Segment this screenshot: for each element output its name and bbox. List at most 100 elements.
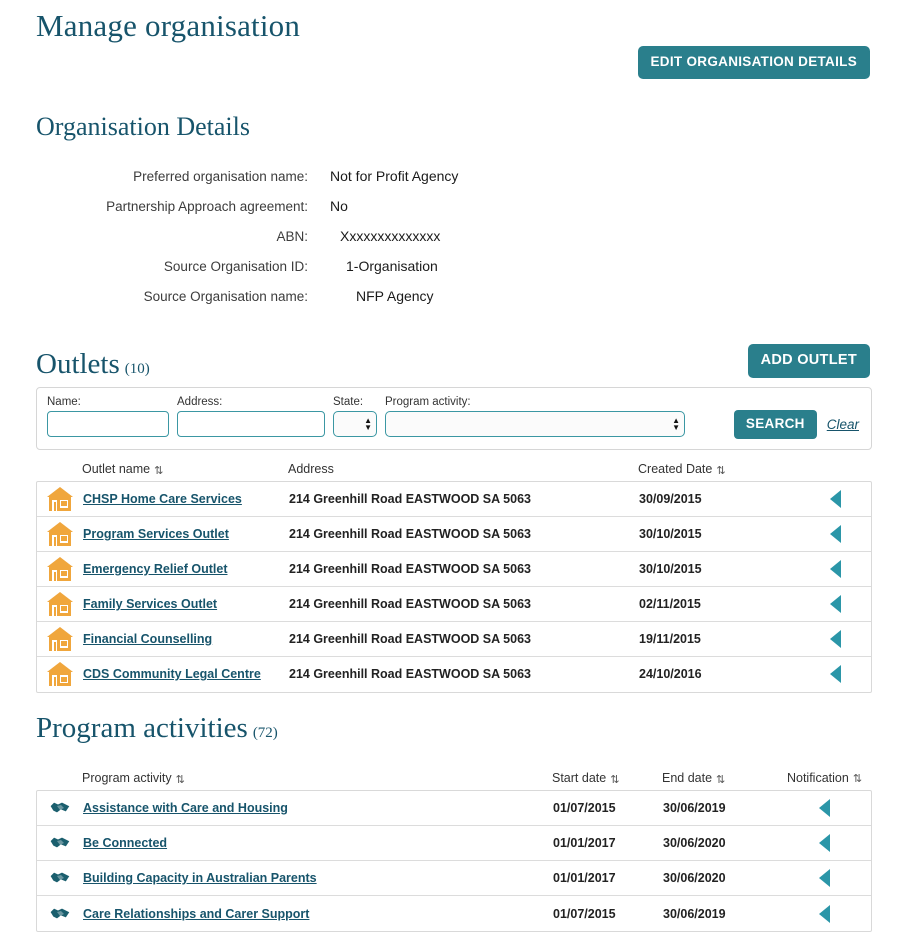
detail-label: Preferred organisation name: [133,169,308,184]
table-row[interactable]: Building Capacity in Australian Parents … [37,861,871,896]
caret-left-icon[interactable] [829,665,841,684]
house-icon [37,626,83,651]
row-expand-cell[interactable] [778,799,871,817]
activity-start-date-cell: 01/01/2017 [553,836,616,850]
outlet-name-link[interactable]: CHSP Home Care Services [83,492,242,506]
activity-name-link[interactable]: Building Capacity in Australian Parents [83,871,317,885]
column-header-start-date[interactable]: Start date ⇅ [552,771,662,786]
house-icon [37,521,83,546]
clear-link[interactable]: Clear [827,417,859,432]
detail-value: 1-Organisation [346,258,438,274]
row-expand-cell[interactable] [799,489,871,508]
search-actions: SEARCH Clear [733,396,861,439]
handshake-glyph [49,836,71,849]
outlet-name-cell: Emergency Relief Outlet [83,560,289,578]
sort-icon[interactable]: ⇅ [154,465,163,477]
outlet-created-date-cell: 19/11/2015 [639,631,701,646]
table-row[interactable]: Be Connected 01/01/2017 30/06/2020 [37,826,871,861]
table-row[interactable]: Assistance with Care and Housing 01/07/2… [37,791,871,826]
activity-name-link[interactable]: Assistance with Care and Housing [83,801,288,815]
outlets-heading: Outlets [36,348,120,380]
caret-left-icon[interactable] [829,629,841,648]
row-expand-cell[interactable] [799,594,871,613]
detail-row-source-organisation-name: Source Organisation name: NFP Agency [0,288,906,304]
activity-end-date-cell: 30/06/2020 [663,836,726,850]
detail-label: ABN: [276,229,308,244]
edit-organisation-details-button[interactable]: EDIT ORGANISATION DETAILS [637,46,870,79]
search-activity-label: Program activity: [385,396,471,408]
row-expand-cell[interactable] [778,869,871,887]
row-expand-cell[interactable] [778,834,871,852]
activity-name-cell: Care Relationships and Carer Support [83,905,553,923]
caret-left-icon[interactable] [819,904,830,923]
caret-left-icon[interactable] [829,524,841,543]
column-header-outlet-name[interactable]: Outlet name ⇅ [82,462,288,477]
sort-icon[interactable]: ⇅ [716,775,725,786]
detail-value: Xxxxxxxxxxxxxx [340,228,441,244]
outlet-address-cell: 214 Greenhill Road EASTWOOD SA 5063 [289,596,531,611]
table-row[interactable]: Emergency Relief Outlet 214 Greenhill Ro… [37,552,871,587]
sort-icon[interactable]: ⇅ [716,465,725,477]
handshake-icon [37,905,83,923]
activity-name-link[interactable]: Care Relationships and Carer Support [83,907,309,921]
program-activities-table-header: Program activity ⇅ Start date ⇅ End date ⇅ … [36,767,872,790]
caret-left-icon[interactable] [819,834,830,852]
table-row[interactable]: Care Relationships and Carer Support 01/… [37,896,871,931]
search-name-input[interactable] [47,411,169,437]
organisation-details-heading: Organisation Details [36,112,250,141]
program-activities-table-body: Assistance with Care and Housing 01/07/2… [36,790,872,932]
house-icon [37,591,83,616]
search-address-label: Address: [177,396,223,408]
column-header-end-date[interactable]: End date ⇅ [662,771,777,786]
activity-name-cell: Assistance with Care and Housing [83,799,553,817]
search-activity-select[interactable]: ▲ ▼ [385,411,685,437]
row-expand-cell[interactable] [799,629,871,648]
handshake-glyph [49,801,71,814]
detail-row-source-organisation-id: Source Organisation ID: 1-Organisation [0,258,906,274]
outlet-address-cell: 214 Greenhill Road EASTWOOD SA 5063 [289,561,531,576]
outlet-address-cell: 214 Greenhill Road EASTWOOD SA 5063 [289,526,531,541]
table-row[interactable]: Program Services Outlet 214 Greenhill Ro… [37,517,871,552]
house-icon [37,486,83,511]
detail-value: NFP Agency [356,288,434,304]
outlet-name-link[interactable]: Financial Counselling [83,632,212,646]
search-button[interactable]: SEARCH [733,410,817,439]
column-header-created-date[interactable]: Created Date ⇅ [638,462,798,477]
sort-icon[interactable]: ⇅ [853,773,862,785]
detail-row-partnership-approach: Partnership Approach agreement: No [0,198,906,214]
table-row[interactable]: CHSP Home Care Services 214 Greenhill Ro… [37,482,871,517]
outlet-name-link[interactable]: Emergency Relief Outlet [83,562,228,576]
outlet-name-link[interactable]: Family Services Outlet [83,597,217,611]
search-address-input[interactable] [177,411,325,437]
search-state-select[interactable]: ▲ ▼ [333,411,377,437]
table-row[interactable]: Financial Counselling 214 Greenhill Road… [37,622,871,657]
outlet-name-link[interactable]: CDS Community Legal Centre [83,667,261,681]
row-expand-cell[interactable] [778,904,871,923]
caret-left-icon[interactable] [819,799,830,817]
spinner-down-icon: ▼ [672,423,680,432]
column-header-label: Program activity [82,771,172,785]
sort-icon[interactable]: ⇅ [610,775,619,786]
table-row[interactable]: CDS Community Legal Centre 214 Greenhill… [37,657,871,692]
sort-icon[interactable]: ⇅ [176,775,185,786]
column-header-program-activity[interactable]: Program activity ⇅ [82,771,552,786]
handshake-glyph [49,906,71,920]
caret-left-icon[interactable] [829,559,841,578]
row-expand-cell[interactable] [799,524,871,543]
caret-left-icon[interactable] [829,594,841,613]
caret-left-icon[interactable] [819,869,830,887]
search-state-group: State: ▲ ▼ [333,396,377,437]
table-row[interactable]: Family Services Outlet 214 Greenhill Roa… [37,587,871,622]
outlet-search-form: Name: Address: State: ▲ ▼ Program activi… [36,387,872,450]
activity-name-link[interactable]: Be Connected [83,836,167,850]
program-activities-table: Program activity ⇅ Start date ⇅ End date ⇅ … [36,767,872,932]
row-expand-cell[interactable] [799,559,871,578]
outlet-name-link[interactable]: Program Services Outlet [83,527,229,541]
outlet-created-date-cell: 24/10/2016 [639,667,702,682]
outlet-address-cell: 214 Greenhill Road EASTWOOD SA 5063 [289,667,531,682]
column-header-notification[interactable]: Notification ⇅ [777,771,872,785]
caret-left-icon[interactable] [829,489,841,508]
search-activity-group: Program activity: ▲ ▼ [385,396,685,437]
row-expand-cell[interactable] [799,665,871,684]
activity-end-date-cell: 30/06/2019 [663,801,726,815]
